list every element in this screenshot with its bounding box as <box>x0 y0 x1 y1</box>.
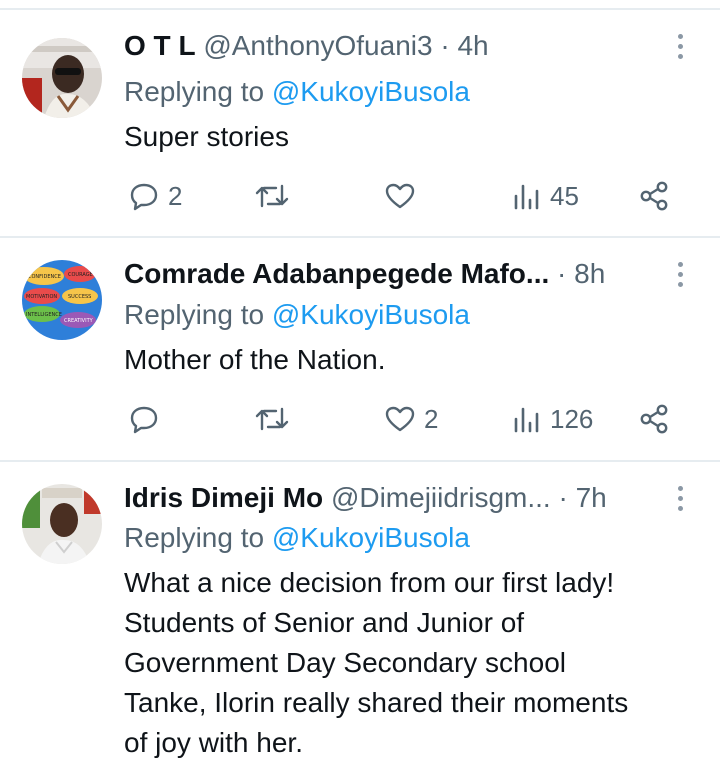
more-icon[interactable] <box>670 480 690 516</box>
reply-tweet[interactable]: CONFIDENCE COURAGE MOTIVATION SUCCESS IN… <box>0 238 720 460</box>
mention-link[interactable]: @KukoyiBusola <box>272 299 470 330</box>
reply-tweet[interactable]: Idris Dimeji Mo @Dimejiidrisgm... · 7h R… <box>0 462 720 771</box>
more-icon[interactable] <box>670 28 690 64</box>
replying-prefix: Replying to <box>124 522 265 553</box>
reply-count: 2 <box>168 180 183 211</box>
action-bar: 2 126 <box>124 399 684 439</box>
tweet-text-line: What a nice decision from our first lady… <box>124 567 615 598</box>
like-icon <box>385 406 415 432</box>
avatar-word: CONFIDENCE <box>28 274 61 280</box>
retweet-icon <box>255 184 289 208</box>
replying-prefix: Replying to <box>124 76 265 107</box>
reply-icon <box>130 406 158 434</box>
views-count: 126 <box>550 403 594 434</box>
share-icon <box>640 404 668 434</box>
timestamp[interactable]: · 7h <box>559 482 607 513</box>
tweet-text-line: Tanke, Ilorin really shared their moment… <box>124 687 629 718</box>
tweet-text: Super stories <box>124 121 289 152</box>
share-button[interactable] <box>638 176 670 216</box>
timestamp[interactable]: · 4h <box>440 30 488 61</box>
avatar[interactable] <box>22 484 102 564</box>
display-name[interactable]: Idris Dimeji Mo <box>124 482 323 513</box>
avatar[interactable]: CONFIDENCE COURAGE MOTIVATION SUCCESS IN… <box>22 260 102 340</box>
share-button[interactable] <box>638 399 670 439</box>
replying-to-line: Replying to @KukoyiBusola <box>124 520 470 556</box>
views-count: 45 <box>550 180 579 211</box>
tweet-text: Mother of the Nation. <box>124 344 386 375</box>
reply-tweet[interactable]: O T L @AnthonyOfuani3 · 4h Replying to @… <box>0 10 720 236</box>
avatar-word: SUCCESS <box>68 294 91 300</box>
like-button[interactable]: 2 <box>384 399 438 439</box>
display-name[interactable]: Comrade Adabanpegede Mafo... <box>124 258 549 289</box>
avatar-word: CREATIVITY <box>64 318 94 324</box>
views-button[interactable]: 45 <box>512 176 579 216</box>
mention-link[interactable]: @KukoyiBusola <box>272 76 470 107</box>
reply-button[interactable]: 2 <box>128 176 182 216</box>
tweet-text-line: of joy with her. <box>124 727 303 758</box>
share-icon <box>640 181 668 211</box>
replying-to-line: Replying to @KukoyiBusola <box>124 297 470 333</box>
like-count: 2 <box>424 403 439 434</box>
avatar-word: MOTIVATION <box>26 294 57 300</box>
like-button[interactable] <box>384 176 424 216</box>
views-button[interactable]: 126 <box>512 399 593 439</box>
user-handle[interactable]: @Dimejiidrisgm... <box>331 482 551 513</box>
more-icon[interactable] <box>670 256 690 292</box>
reply-button[interactable] <box>128 399 168 439</box>
replying-to-line: Replying to @KukoyiBusola <box>124 74 470 110</box>
tweet-text-line: Government Day Secondary school <box>124 647 566 678</box>
retweet-icon <box>255 407 289 431</box>
timestamp[interactable]: · 8h <box>557 258 605 289</box>
retweet-button[interactable] <box>254 176 298 216</box>
replying-prefix: Replying to <box>124 299 265 330</box>
views-icon <box>514 184 539 210</box>
avatar-word: INTELLIGENCE <box>26 312 62 318</box>
avatar[interactable] <box>22 38 102 118</box>
like-icon <box>385 183 415 209</box>
user-handle[interactable]: @AnthonyOfuani3 <box>203 30 432 61</box>
tweet-text: What a nice decision from our first lady… <box>124 563 704 763</box>
action-bar: 2 45 <box>124 176 684 216</box>
retweet-button[interactable] <box>254 399 298 439</box>
display-name[interactable]: O T L <box>124 30 196 61</box>
mention-link[interactable]: @KukoyiBusola <box>272 522 470 553</box>
views-icon <box>514 407 539 433</box>
tweet-text-line: Students of Senior and Junior of <box>124 607 525 638</box>
reply-icon <box>130 183 158 211</box>
avatar-word: COURAGE <box>68 272 93 278</box>
